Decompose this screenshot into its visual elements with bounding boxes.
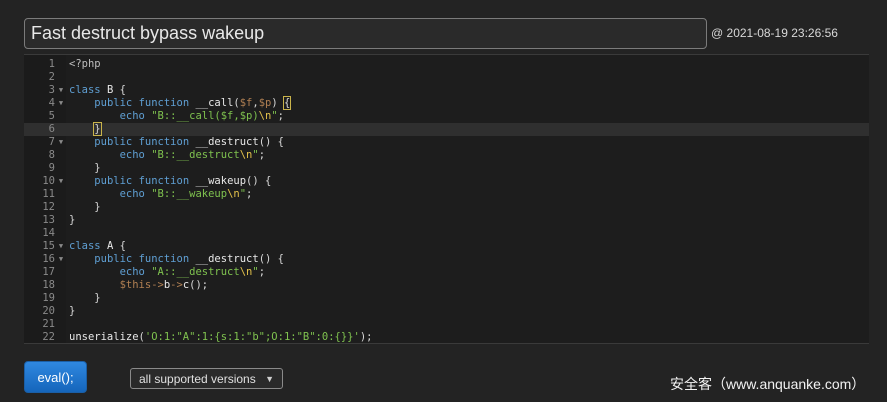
code-text[interactable]: $this->b->c();: [69, 279, 209, 292]
code-text[interactable]: public function __destruct() {: [69, 253, 284, 266]
line-number: 17: [42, 266, 55, 278]
code-text[interactable]: public function __call($f,$p) {: [69, 96, 292, 110]
timestamp: @ 2021-08-19 23:26:56: [711, 26, 838, 40]
code-line[interactable]: 12 }: [24, 201, 869, 214]
watermark: 安全客（www.anquanke.com）: [670, 376, 866, 392]
line-number: 11: [42, 188, 55, 200]
code-text[interactable]: }: [69, 201, 100, 214]
code-line[interactable]: 1 <?php: [24, 58, 869, 71]
line-number: 5: [48, 110, 55, 122]
code-text[interactable]: }: [69, 122, 102, 136]
code-line[interactable]: 17 echo "A::__destruct\n";: [24, 266, 869, 279]
line-number: 14: [42, 227, 55, 239]
line-number: 6: [48, 123, 55, 135]
code-editor[interactable]: 1 <?php 2 3 ▼ class B {4 ▼ public function __c…: [24, 54, 869, 344]
fold-arrow-icon[interactable]: ▼: [57, 136, 65, 149]
code-text[interactable]: class A {: [69, 240, 126, 253]
line-number: 15: [42, 240, 55, 252]
line-number: 2: [48, 71, 55, 83]
code-line[interactable]: 10 ▼ public function __wakeup() {: [24, 175, 869, 188]
fold-arrow-icon[interactable]: ▼: [57, 84, 65, 97]
code-line[interactable]: 16 ▼ public function __destruct() {: [24, 253, 869, 266]
fold-arrow-icon[interactable]: ▼: [57, 240, 65, 253]
code-line[interactable]: 7 ▼ public function __destruct() {: [24, 136, 869, 149]
code-line[interactable]: 14: [24, 227, 869, 240]
line-number: 21: [42, 318, 55, 330]
line-number: 12: [42, 201, 55, 213]
code-text[interactable]: <?php: [69, 58, 101, 71]
code-text[interactable]: echo "A::__destruct\n";: [69, 266, 265, 279]
line-number: 22: [42, 331, 55, 343]
code-text[interactable]: echo "B::__wakeup\n";: [69, 188, 253, 201]
line-number: 18: [42, 279, 55, 291]
code-text[interactable]: unserialize('O:1:"A":1:{s:1:"b";O:1:"B":…: [69, 331, 372, 343]
code-line[interactable]: 11 echo "B::__wakeup\n";: [24, 188, 869, 201]
eval-button[interactable]: eval();: [24, 361, 87, 393]
fold-arrow-icon[interactable]: ▼: [57, 175, 65, 188]
line-number: 13: [42, 214, 55, 226]
code-text[interactable]: class B {: [69, 84, 126, 97]
code-text[interactable]: public function __destruct() {: [69, 136, 284, 149]
line-number: 4: [48, 97, 55, 109]
version-select-value: all supported versions: [139, 371, 256, 386]
version-select[interactable]: all supported versions ▼: [130, 368, 283, 389]
code-text[interactable]: }: [69, 162, 100, 175]
line-number: 20: [42, 305, 55, 317]
code-line[interactable]: 3 ▼ class B {: [24, 84, 869, 97]
fold-arrow-icon[interactable]: ▼: [57, 253, 65, 266]
code-text[interactable]: }: [69, 305, 75, 318]
fold-arrow-icon[interactable]: ▼: [57, 97, 65, 110]
line-number: 9: [48, 162, 55, 174]
code-line[interactable]: 9 }: [24, 162, 869, 175]
code-line[interactable]: 20}: [24, 305, 869, 318]
code-line[interactable]: 15 ▼ class A {: [24, 240, 869, 253]
code-text[interactable]: echo "B::__destruct\n";: [69, 149, 265, 162]
line-number: 10: [42, 175, 55, 187]
line-number: 3: [48, 84, 55, 96]
code-line[interactable]: 2: [24, 71, 869, 84]
line-number: 1: [48, 58, 55, 70]
line-number: 16: [42, 253, 55, 265]
line-number: 8: [48, 149, 55, 161]
code-line[interactable]: 8 echo "B::__destruct\n";: [24, 149, 869, 162]
code-line[interactable]: 21: [24, 318, 869, 331]
line-number: 19: [42, 292, 55, 304]
code-line[interactable]: 22 unserialize('O:1:"A":1:{s:1:"b";O:1:"B…: [24, 331, 869, 343]
code-text[interactable]: public function __wakeup() {: [69, 175, 271, 188]
code-text[interactable]: }: [69, 214, 75, 227]
code-line[interactable]: 13}: [24, 214, 869, 227]
code-line[interactable]: 5 echo "B::__call($f,$p)\n";: [24, 110, 869, 123]
code-line[interactable]: 18 $this->b->c();: [24, 279, 869, 292]
chevron-down-icon: ▼: [265, 373, 274, 384]
code-text[interactable]: echo "B::__call($f,$p)\n";: [69, 110, 284, 123]
code-line[interactable]: 19 }: [24, 292, 869, 305]
title-input[interactable]: [24, 18, 707, 49]
code-line[interactable]: 4 ▼ public function __call($f,$p) {: [24, 96, 869, 110]
code-line[interactable]: 6 }: [24, 122, 869, 136]
line-number: 7: [48, 136, 55, 148]
code-text[interactable]: }: [69, 292, 100, 305]
